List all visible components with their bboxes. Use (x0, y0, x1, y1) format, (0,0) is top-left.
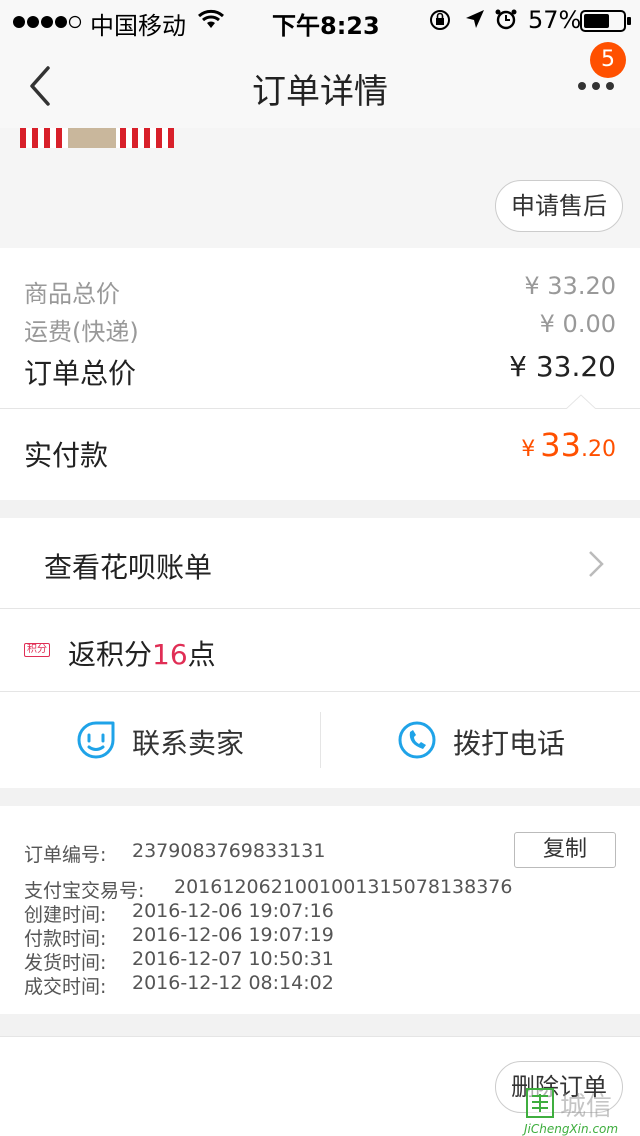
ellipsis-icon (578, 82, 614, 90)
product-section: 申请售后 (0, 128, 640, 248)
alipay-trade-label: 支付宝交易号: (24, 880, 145, 902)
paid-decimal: .20 (581, 437, 616, 462)
caret-up-icon (565, 394, 597, 414)
shipped-time: 2016-12-07 10:50:31 (132, 948, 334, 970)
page-title: 订单详情 (252, 72, 388, 112)
created-time-label: 创建时间: (24, 904, 107, 926)
completed-time: 2016-12-12 08:14:02 (132, 972, 334, 994)
points-badge: 积分 (24, 643, 50, 657)
order-number-label: 订单编号: (24, 844, 107, 866)
order-number: 2379083769833131 (132, 840, 326, 862)
clock: 下午8:23 (272, 12, 380, 40)
paid-amount: ¥ 33.20 (521, 426, 616, 464)
after-sale-button[interactable]: 申请售后 (495, 180, 623, 232)
carrier-name: 中国移动 (90, 12, 186, 40)
signal-strength-icon (12, 10, 84, 38)
points-text: 返积分16点 (68, 633, 216, 673)
alipay-trade-number: 2016120621001001315078138376 (174, 876, 513, 898)
product-thumbnail[interactable] (20, 128, 174, 148)
battery-percent: 57% (528, 6, 582, 34)
call-phone-button[interactable]: 拨打电话 (321, 692, 640, 788)
wifi-icon (198, 8, 224, 36)
watermark-url: JiChengXin.com (524, 1122, 619, 1136)
location-arrow-icon (464, 8, 486, 36)
points-suffix: 点 (187, 638, 216, 671)
alarm-icon (494, 7, 518, 37)
order-total-label: 订单总价 (24, 357, 137, 390)
shipping-value: ¥ 0.00 (539, 310, 616, 338)
watermark-logo-icon (526, 1088, 554, 1118)
price-divider (0, 408, 640, 409)
shipped-time-label: 发货时间: (24, 952, 107, 974)
paid-time-label: 付款时间: (24, 928, 107, 950)
rotation-lock-icon (428, 8, 452, 38)
navigation-bar: 订单详情 5 (0, 40, 640, 128)
chat-bubble-icon (76, 720, 116, 764)
shipping-label: 运费(快递) (24, 318, 139, 346)
price-section: 商品总价 ¥ 33.20 运费(快递) ¥ 0.00 订单总价 ¥ 33.20 … (0, 248, 640, 500)
order-info-section: 订单编号: 2379083769833131 复制 支付宝交易号: 201612… (0, 806, 640, 1014)
watermark-text: 城信 (560, 1092, 613, 1122)
completed-time-label: 成交时间: (24, 976, 107, 998)
phone-icon (397, 720, 437, 764)
goods-total-value: ¥ 33.20 (524, 272, 616, 300)
paid-currency: ¥ (521, 437, 536, 462)
more-menu-button[interactable] (576, 78, 616, 94)
created-time: 2016-12-06 19:07:16 (132, 900, 334, 922)
paid-time: 2016-12-06 19:07:19 (132, 924, 334, 946)
huabei-bill-label: 查看花呗账单 (44, 551, 213, 584)
contact-seller-button[interactable]: 联系卖家 (0, 692, 320, 788)
notification-badge: 5 (590, 42, 626, 78)
contact-row: 联系卖家 拨打电话 (0, 692, 640, 788)
copy-button[interactable]: 复制 (514, 832, 616, 868)
points-number: 16 (152, 638, 188, 671)
paid-label: 实付款 (24, 439, 109, 472)
contact-seller-label: 联系卖家 (132, 727, 245, 760)
paid-integer: 33 (540, 426, 581, 464)
huabei-bill-row[interactable]: 查看花呗账单 (0, 518, 640, 608)
battery-icon (580, 10, 632, 38)
call-phone-label: 拨打电话 (453, 727, 566, 760)
goods-total-label: 商品总价 (24, 280, 120, 308)
chevron-right-icon (588, 550, 604, 582)
points-row: 积分 返积分16点 (0, 609, 640, 691)
order-total-value: ¥ 33.20 (509, 350, 616, 383)
status-bar: 中国移动 下午8:23 57% (0, 0, 640, 40)
points-prefix: 返积分 (68, 638, 153, 671)
watermark: 城信 JiChengXin.com (520, 1086, 640, 1136)
